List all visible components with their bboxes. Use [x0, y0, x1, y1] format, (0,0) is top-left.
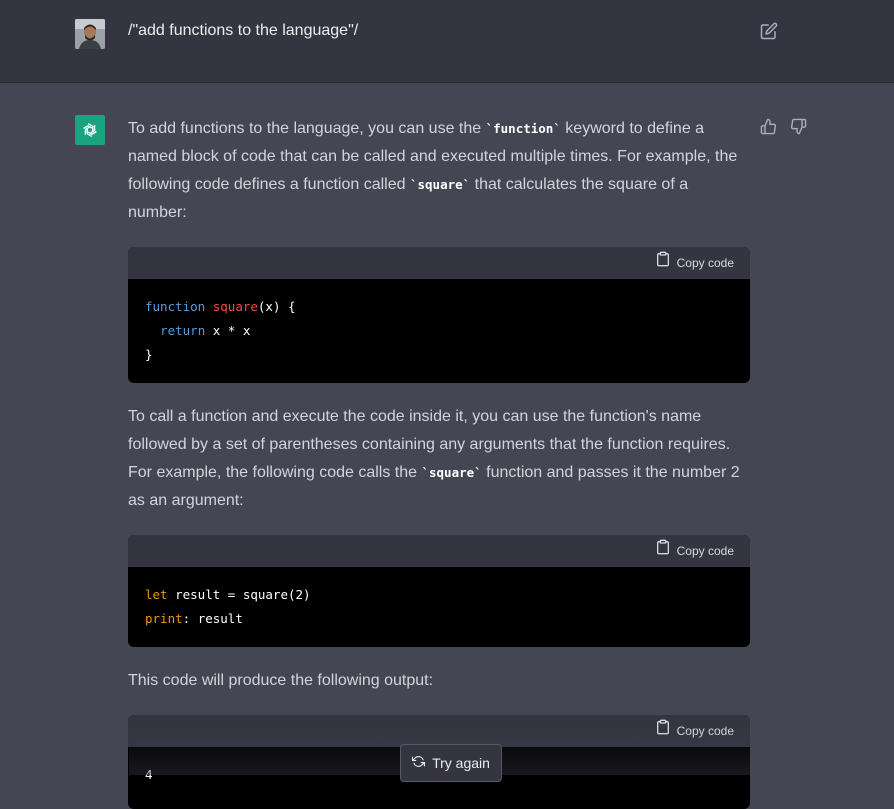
thumbs-down-icon[interactable]: [790, 118, 808, 136]
feedback-buttons: [760, 118, 808, 136]
copy-code-label: Copy code: [676, 724, 734, 738]
copy-code-button[interactable]: Copy code: [655, 717, 734, 745]
code-block-2: Copy code let result = square(2) print: …: [128, 535, 750, 647]
assistant-message-row: To add functions to the language, you ca…: [0, 83, 894, 809]
answer-paragraph-1: To add functions to the language, you ca…: [128, 120, 738, 221]
code-block-1: Copy code function square(x) { return x …: [128, 247, 750, 383]
user-avatar: [75, 19, 105, 49]
code-body: function square(x) { return x * x }: [145, 299, 296, 362]
edit-icon[interactable]: [760, 22, 780, 42]
user-message-text: /"add functions to the language"/: [128, 22, 359, 39]
copy-code-label: Copy code: [676, 256, 734, 270]
inline-code: `square`: [421, 465, 482, 480]
thumbs-up-icon[interactable]: [760, 118, 778, 136]
try-again-button[interactable]: Try again: [400, 744, 502, 782]
copy-code-label: Copy code: [676, 544, 734, 558]
copy-code-button[interactable]: Copy code: [655, 537, 734, 565]
clipboard-icon: [655, 249, 671, 277]
assistant-message-content: To add functions to the language, you ca…: [128, 115, 750, 809]
clipboard-icon: [655, 537, 671, 565]
refresh-icon: [412, 755, 426, 771]
copy-code-button[interactable]: Copy code: [655, 249, 734, 277]
try-again-label: Try again: [432, 755, 490, 771]
code-block-header: Copy code: [128, 247, 750, 279]
answer-paragraph-2: To call a function and execute the code …: [128, 408, 740, 509]
code-body: let result = square(2) print: result: [145, 587, 311, 626]
answer-paragraph-3: This code will produce the following out…: [128, 672, 434, 689]
code-block-header: Copy code: [128, 535, 750, 567]
inline-code: `function`: [485, 121, 561, 136]
openai-logo-icon: [75, 115, 105, 145]
clipboard-icon: [655, 717, 671, 745]
inline-code: `square`: [409, 177, 471, 192]
user-message-row: /"add functions to the language"/: [0, 0, 894, 83]
code-block-header: Copy code: [128, 715, 750, 747]
